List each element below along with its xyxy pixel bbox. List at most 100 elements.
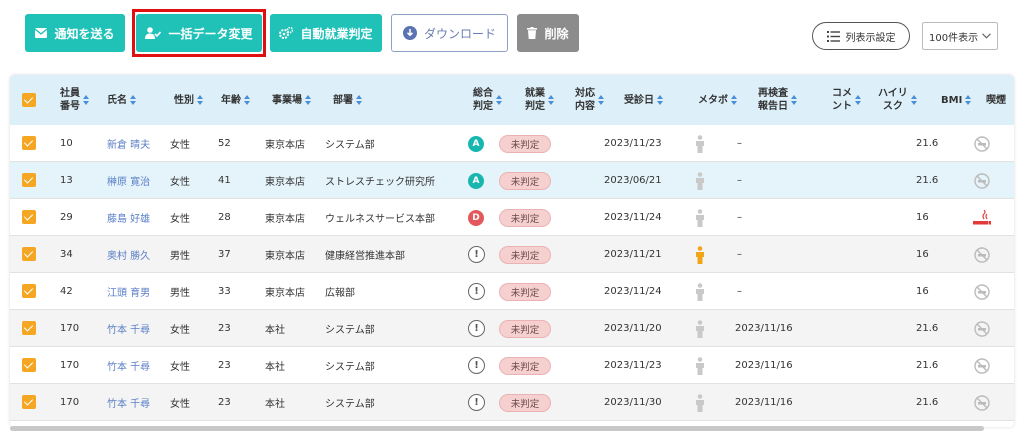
no-smoking-icon (974, 310, 990, 347)
dept-cell: システム部 (325, 362, 375, 373)
employee-name-link[interactable]: 榊原 寛治 (107, 162, 150, 199)
row-checkbox[interactable] (22, 395, 36, 409)
col-age[interactable]: 年齢 (221, 75, 250, 125)
office-cell: 東京本店 (265, 288, 305, 299)
work-judgment-pill[interactable]: 未判定 (499, 356, 551, 375)
work-judgment-cell[interactable]: 未判定 (499, 347, 551, 384)
col-work[interactable]: 就業 判定 (525, 75, 554, 125)
work-judgment-pill[interactable]: 未判定 (499, 282, 551, 301)
row-checkbox[interactable] (22, 173, 36, 187)
col-emp-no[interactable]: 社員 番号 (60, 75, 89, 125)
work-judgment-cell[interactable]: 未判定 (499, 199, 551, 236)
work-judgment-cell[interactable]: 未判定 (499, 162, 551, 199)
work-judgment-cell[interactable]: 未判定 (499, 384, 551, 421)
no-smoking-icon (974, 347, 990, 384)
col-gender[interactable]: 性別 (174, 75, 203, 125)
bmi-cell: 16 (916, 286, 929, 297)
sort-icon (791, 95, 797, 105)
col-dept[interactable]: 部署 (333, 75, 362, 125)
col-metabo[interactable]: メタボ (698, 75, 737, 125)
warning-circle-icon: ! (468, 283, 485, 300)
row-checkbox[interactable] (22, 358, 36, 372)
work-judgment-pill[interactable]: 未判定 (499, 393, 551, 412)
col-recheck[interactable]: 再検査 報告日 (758, 75, 797, 125)
sort-icon (130, 95, 136, 105)
row-checkbox[interactable] (22, 321, 36, 335)
col-comment[interactable]: コメ ント (832, 75, 861, 125)
bulk-change-button[interactable]: 一括データ変更 (136, 14, 262, 52)
employee-name-link[interactable]: 竹本 千尋 (107, 384, 150, 421)
work-judgment-pill[interactable]: 未判定 (499, 171, 551, 190)
table-row[interactable]: 170 竹本 千尋 女性 23 本社 システム部! 未判定 2023/11/20 2023/11… (10, 310, 1014, 347)
overall-judgment-cell: A (468, 162, 484, 199)
emp-no-cell: 34 (60, 249, 73, 260)
no-smoking-icon (974, 236, 990, 273)
table-row[interactable]: 29 藤島 好雄 女性 28 東京本店 ウェルネスサービス本部 D 未判定 2023/11/24… (10, 199, 1014, 236)
person-icon (694, 347, 706, 384)
overall-judgment-cell: ! (468, 384, 485, 421)
work-judgment-cell[interactable]: 未判定 (499, 310, 551, 347)
horizontal-scrollbar[interactable] (10, 426, 984, 431)
table-row[interactable]: 170 竹本 千尋 女性 23 本社 システム部! 未判定 2023/11/23 2023/11… (10, 347, 1014, 384)
table-header: 社員 番号 氏名 性別 年齢 事業場 部署 総合 判定 就業 判定 対応 内容 … (10, 75, 1014, 125)
col-response[interactable]: 対応 内容 (575, 75, 604, 125)
work-judgment-pill[interactable]: 未判定 (499, 245, 551, 264)
table-row[interactable]: 10 新倉 晴夫 女性 52 東京本店 システム部 A 未判定 2023/11/23 – 21.6 (10, 125, 1014, 162)
person-icon (694, 125, 706, 162)
table-row[interactable]: 42 江頭 育男 男性 33 東京本店 広報部! 未判定 2023/11/24 – 16 (10, 273, 1014, 310)
gears-icon (279, 27, 294, 39)
emp-no-cell: 10 (60, 138, 73, 149)
toolbar: 通知を送る 一括データ変更 自動就業判定 ダウンロード 削除 列表示設定 100… (0, 0, 1024, 72)
employee-name-link[interactable]: 竹本 千尋 (107, 347, 150, 384)
employee-name-link[interactable]: 奥村 勝久 (107, 236, 150, 273)
delete-button[interactable]: 削除 (517, 14, 579, 52)
row-checkbox[interactable] (22, 247, 36, 261)
table-row[interactable]: 170 竹本 千尋 女性 23 本社 システム部! 未判定 2023/11/30 2023/11… (10, 384, 1014, 421)
exam-date-cell: 2023/11/23 (604, 138, 662, 149)
gender-cell: 女性 (170, 325, 190, 336)
download-button[interactable]: ダウンロード (391, 14, 508, 52)
col-exam-date[interactable]: 受診日 (624, 75, 663, 125)
col-smoking[interactable]: 喫煙 (986, 75, 1006, 125)
emp-no-cell: 42 (60, 286, 73, 297)
row-checkbox[interactable] (22, 210, 36, 224)
work-judgment-cell[interactable]: 未判定 (499, 125, 551, 162)
gender-cell: 男性 (170, 251, 190, 262)
send-notice-button[interactable]: 通知を送る (25, 14, 125, 52)
employee-name-link[interactable]: 竹本 千尋 (107, 310, 150, 347)
person-icon (694, 310, 706, 347)
select-all-checkbox[interactable] (22, 93, 36, 107)
per-page-select[interactable]: 100件表示 (922, 22, 998, 50)
office-cell: 東京本店 (265, 251, 305, 262)
cigarette-icon (972, 199, 992, 236)
grade-badge: A (468, 172, 484, 189)
employee-name-link[interactable]: 藤島 好雄 (107, 199, 150, 236)
work-judgment-pill[interactable]: 未判定 (499, 208, 551, 227)
row-checkbox[interactable] (22, 284, 36, 298)
recheck-date-cell: – (737, 249, 742, 260)
sort-icon (855, 95, 861, 105)
age-cell: 23 (218, 397, 231, 408)
work-judgment-pill[interactable]: 未判定 (499, 134, 551, 153)
per-page-value: 100件表示 (929, 32, 979, 44)
col-overall[interactable]: 総合 判定 (473, 75, 502, 125)
work-judgment-cell[interactable]: 未判定 (499, 236, 551, 273)
row-checkbox[interactable] (22, 136, 36, 150)
work-judgment-pill[interactable]: 未判定 (499, 319, 551, 338)
user-check-icon (145, 27, 162, 39)
col-office[interactable]: 事業場 (272, 75, 311, 125)
employee-name-link[interactable]: 新倉 晴夫 (107, 125, 150, 162)
gender-cell: 女性 (170, 177, 190, 188)
employee-name-link[interactable]: 江頭 育男 (107, 273, 150, 310)
sort-icon (598, 95, 604, 105)
recheck-date-cell: 2023/11/16 (735, 397, 793, 408)
auto-judge-button[interactable]: 自動就業判定 (270, 14, 382, 52)
table-row[interactable]: 13 榊原 寛治 女性 41 東京本店 ストレスチェック研究所 A 未判定 2023/06/21… (10, 162, 1014, 199)
recheck-date-cell: 2023/11/16 (735, 323, 793, 334)
col-name[interactable]: 氏名 (107, 75, 136, 125)
table-row[interactable]: 34 奥村 勝久 男性 37 東京本店 健康経営推進本部! 未判定 2023/11/21 – 16 (10, 236, 1014, 273)
work-judgment-cell[interactable]: 未判定 (499, 273, 551, 310)
column-settings-button[interactable]: 列表示設定 (812, 22, 910, 50)
col-bmi[interactable]: BMI (941, 75, 972, 125)
col-high-risk[interactable]: ハイリ スク (878, 75, 917, 125)
